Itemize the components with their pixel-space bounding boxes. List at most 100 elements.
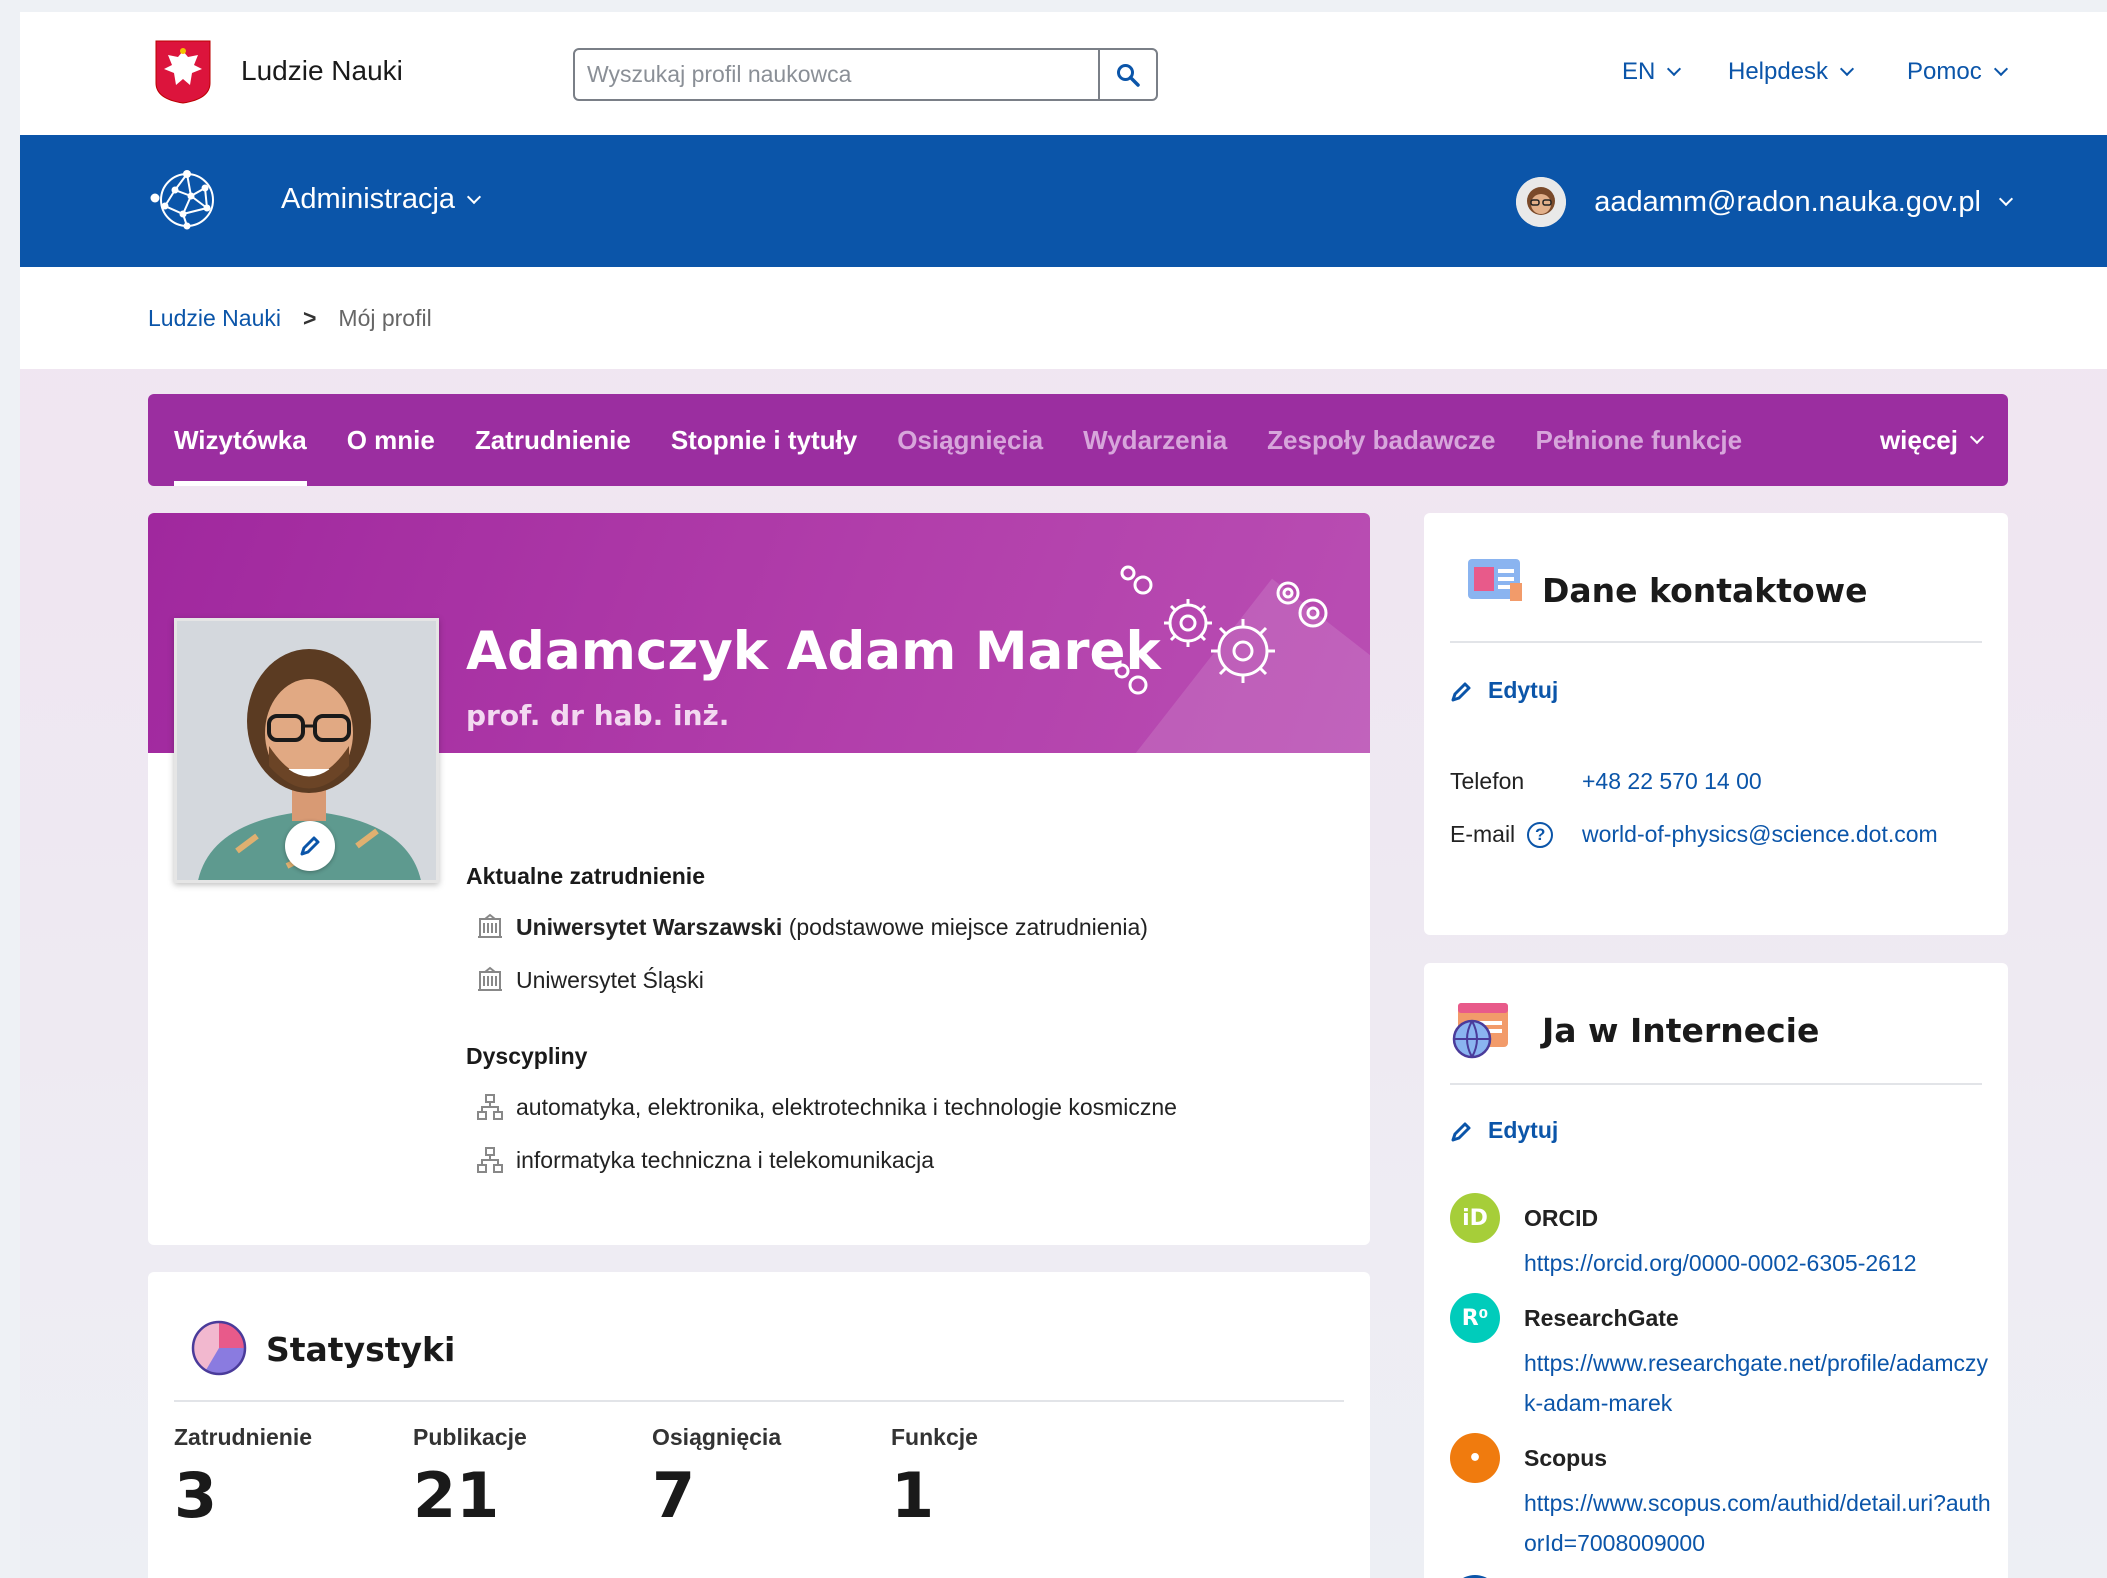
breadcrumb-bar: Ludzie Nauki > Mój profil: [20, 267, 2107, 369]
chevron-down-icon: [1998, 191, 2014, 207]
stat-value: 3: [174, 1459, 218, 1532]
profile-link-name: ResearchGate: [1524, 1305, 1679, 1331]
edit-internet-button[interactable]: Edytuj: [1450, 1117, 1558, 1144]
hierarchy-icon: [477, 1094, 503, 1120]
divider: [174, 1400, 1344, 1402]
help-label: Pomoc: [1907, 58, 1982, 85]
search-box: [573, 48, 1158, 101]
orcid-link[interactable]: https://orcid.org/0000-0002-6305-2612: [1524, 1243, 1994, 1283]
email-label: E-mail: [1450, 821, 1516, 847]
search-button[interactable]: [1098, 50, 1156, 99]
stat-label: Funkcje: [891, 1424, 978, 1450]
stat-item: Zatrudnienie 3: [174, 1424, 312, 1532]
app-frame: Ludzie Nauki EN Helpdesk Pomoc: [20, 12, 2107, 1578]
employment-name[interactable]: Uniwersytet Warszawski: [516, 914, 782, 940]
tab-o-mnie[interactable]: O mnie: [347, 394, 435, 486]
orcid-icon: iD: [1450, 1193, 1500, 1243]
polish-emblem-icon[interactable]: [154, 39, 212, 105]
stat-value: 1: [891, 1459, 935, 1532]
phone-label: Telefon: [1450, 768, 1525, 794]
chevron-down-icon: [1969, 429, 1985, 445]
pencil-icon: [1451, 1122, 1471, 1141]
tab-stopnie-i-tytuly[interactable]: Stopnie i tytuły: [671, 394, 857, 486]
statistics-card: Statystyki Zatrudnienie 3 Publikacje 21 …: [148, 1272, 1370, 1578]
tab-wizytowka[interactable]: Wizytówka: [174, 394, 307, 486]
contact-card: Dane kontaktowe Edytuj Telefon +48 22 57…: [1424, 513, 2008, 935]
stat-label: Zatrudnienie: [174, 1424, 313, 1450]
contact-card-icon: [1468, 559, 1522, 601]
profile-link-name: ORCID: [1524, 1205, 1599, 1231]
disciplines-heading: Dyscypliny: [466, 1043, 588, 1069]
tab-osiagniecia[interactable]: Osiągnięcia: [897, 394, 1043, 486]
profile-card: Adamczyk Adam Marek prof. dr hab. inż. A…: [148, 513, 1370, 1245]
stat-label: Publikacje: [413, 1424, 527, 1450]
language-menu[interactable]: EN: [1622, 58, 1682, 86]
employment-note: (podstawowe miejsce zatrudnienia): [788, 913, 1148, 940]
internet-card-title: Ja w Internecie: [1542, 1011, 1820, 1050]
edit-internet-label: Edytuj: [1488, 1117, 1559, 1143]
contact-card-title: Dane kontaktowe: [1542, 571, 1868, 610]
phone-value[interactable]: +48 22 570 14 00: [1582, 768, 1762, 795]
tab-zatrudnienie[interactable]: Zatrudnienie: [475, 394, 631, 486]
breadcrumb-home-link[interactable]: Ludzie Nauki: [148, 305, 281, 332]
profile-name: Adamczyk Adam Marek: [466, 621, 1161, 682]
language-label: EN: [1622, 58, 1656, 85]
search-input[interactable]: [575, 50, 1098, 99]
statistics-title: Statystyki: [266, 1330, 456, 1369]
user-menu[interactable]: aadamm@radon.nauka.gov.pl: [1516, 177, 2014, 227]
helpdesk-menu[interactable]: Helpdesk: [1728, 58, 1855, 86]
brand-name[interactable]: Ludzie Nauki: [241, 55, 403, 87]
researchgate-link[interactable]: https://www.researchgate.net/profile/ada…: [1524, 1343, 1994, 1423]
edit-contact-label: Edytuj: [1488, 677, 1559, 703]
profile-tabs: Wizytówka O mnie Zatrudnienie Stopnie i …: [148, 394, 2008, 486]
search-icon: [1117, 63, 1140, 87]
web-browser-icon: [1452, 1003, 1508, 1059]
profile-academic-title: prof. dr hab. inż.: [466, 699, 730, 732]
stat-item: Osiągnięcia 7: [652, 1424, 781, 1532]
stat-value: 21: [413, 1459, 500, 1532]
edit-photo-button[interactable]: [285, 821, 335, 871]
tab-pelnione-funkcje[interactable]: Pełnione funkcje: [1535, 394, 1742, 486]
profile-link-name: Scopus: [1524, 1445, 1608, 1471]
pencil-icon: [300, 836, 320, 856]
building-icon: [478, 913, 502, 938]
scopus-icon: •: [1450, 1433, 1500, 1483]
divider: [1450, 1083, 1982, 1085]
researchgate-icon: R⁰: [1450, 1293, 1500, 1343]
user-avatar: [1516, 177, 1567, 227]
chevron-down-icon: [1839, 61, 1855, 77]
stat-item: Publikacje 21: [413, 1424, 527, 1532]
breadcrumb-separator: >: [302, 305, 317, 331]
stat-value: 7: [652, 1459, 696, 1532]
employment-name[interactable]: Uniwersytet Śląski: [516, 967, 704, 994]
scopus-link[interactable]: https://www.scopus.com/authid/detail.uri…: [1524, 1483, 1994, 1563]
discipline-item: automatyka, elektronika, elektrotechnika…: [476, 1093, 1177, 1121]
help-menu[interactable]: Pomoc: [1907, 58, 2008, 86]
chevron-down-icon: [1993, 61, 2008, 77]
pencil-icon: [1451, 682, 1471, 701]
stat-label: Osiągnięcia: [652, 1424, 782, 1450]
network-globe-icon[interactable]: [147, 162, 223, 238]
administration-menu[interactable]: Administracja: [281, 183, 482, 216]
edit-contact-button[interactable]: Edytuj: [1450, 677, 1558, 704]
tab-more-label: więcej: [1879, 424, 1958, 455]
tab-wydarzenia[interactable]: Wydarzenia: [1083, 394, 1227, 486]
top-bar: Ludzie Nauki EN Helpdesk Pomoc: [20, 12, 2107, 135]
profile-photo: [174, 618, 439, 883]
email-value[interactable]: world-of-physics@science.dot.com: [1582, 821, 1938, 848]
administration-label: Administracja: [281, 183, 456, 215]
stat-item: Funkcje 1: [891, 1424, 978, 1532]
tab-more-menu[interactable]: więcej: [1879, 394, 1985, 486]
pie-chart-icon: [191, 1320, 247, 1376]
chevron-down-icon: [466, 189, 482, 204]
tab-zespoly-badawcze[interactable]: Zespoły badawcze: [1267, 394, 1495, 486]
breadcrumb: Ludzie Nauki > Mój profil: [148, 305, 432, 332]
discipline-label: automatyka, elektronika, elektrotechnika…: [516, 1093, 1177, 1120]
divider: [1450, 641, 1982, 643]
email-label-row: E-mail ?: [1450, 821, 1554, 848]
user-email: aadamm@radon.nauka.gov.pl: [1594, 185, 1981, 218]
help-icon[interactable]: ?: [1527, 821, 1554, 848]
hierarchy-icon: [477, 1147, 503, 1173]
discipline-item: informatyka techniczna i telekomunikacja: [476, 1146, 934, 1174]
internet-card: Ja w Internecie Edytuj iD ORCID https://…: [1424, 963, 2008, 1578]
